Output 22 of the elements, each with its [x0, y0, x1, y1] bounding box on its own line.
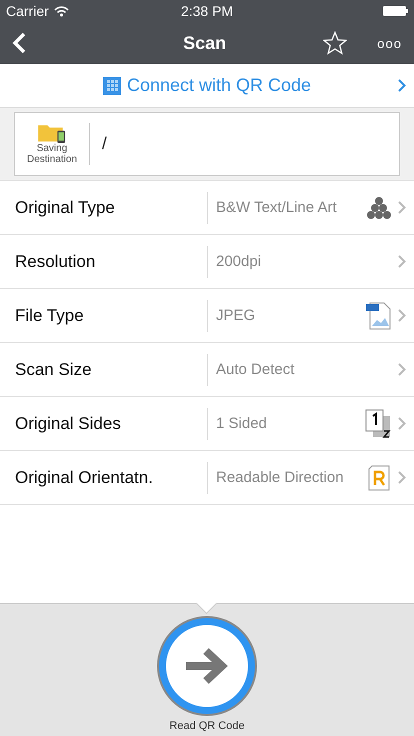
page-icon [367, 464, 391, 490]
screen-title: Scan [182, 32, 228, 54]
chevron-icon [398, 363, 406, 376]
chevron-icon [398, 79, 406, 92]
chevron-icon [398, 309, 406, 322]
battery-icon [383, 6, 408, 16]
wifi-icon [54, 6, 69, 16]
chevron-icon [398, 417, 406, 430]
chevron-icon [398, 255, 406, 268]
back-button[interactable] [12, 32, 26, 54]
dots-icon [366, 196, 392, 218]
destination-button[interactable]: Saving Destination / [14, 112, 400, 176]
image-file-icon [366, 302, 392, 330]
read-qr-label: Read QR Code [169, 720, 245, 732]
time-text: 2:38 PM [180, 3, 234, 19]
more-button[interactable]: ooo [377, 36, 402, 50]
qr-code-icon [102, 76, 121, 94]
pages-icon [365, 408, 393, 438]
chevron-icon [398, 471, 406, 484]
star-button[interactable] [323, 31, 348, 55]
carrier-text: Carrier [6, 3, 49, 19]
chevron-icon [398, 201, 406, 214]
